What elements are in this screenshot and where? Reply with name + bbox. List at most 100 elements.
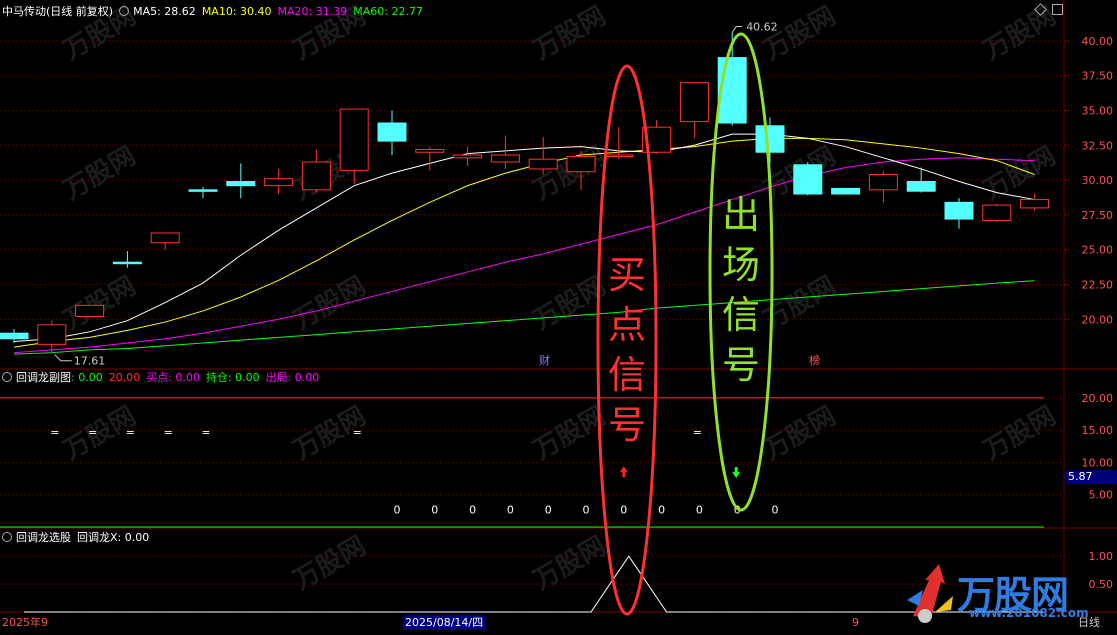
- selection-value: 回调龙X: 0.00: [77, 531, 150, 544]
- candle: [528, 136, 558, 175]
- y-tick-label: 20.00: [1082, 313, 1114, 326]
- candle: [490, 135, 520, 169]
- candle-body: [490, 154, 520, 163]
- y-tick-label: 20.00: [1082, 392, 1114, 405]
- eq-mark: =: [88, 426, 97, 439]
- rank-event-badge[interactable]: 榜: [806, 354, 823, 368]
- eq-mark: =: [126, 426, 135, 439]
- candle: [112, 251, 142, 268]
- candle-body: [868, 174, 898, 191]
- indicator-item-0: : 0.00: [71, 371, 103, 384]
- candle: [793, 161, 823, 196]
- candle-body: [793, 164, 823, 195]
- maximize-icon[interactable]: [1052, 4, 1063, 15]
- buy-signal-char: 点: [608, 303, 646, 347]
- watermark: 万股网: [759, 1, 842, 66]
- y-tick-label: 40.00: [1082, 35, 1114, 48]
- candle: [831, 187, 861, 195]
- zero-mark: 0: [431, 504, 438, 517]
- watermark: 万股网: [979, 1, 1062, 66]
- zero-mark: 0: [772, 504, 779, 517]
- cursor-date: 2025/08/14/四: [403, 615, 485, 630]
- ma-label-1: MA10: 30.40: [201, 5, 272, 18]
- ma-label-3: MA60: 22.77: [353, 5, 423, 18]
- ma60-line: [13, 280, 1035, 355]
- stock-name: 中马传动(日线 前复权): [2, 5, 114, 18]
- candle-body: [906, 180, 936, 192]
- chart-canvas[interactable]: 40.00 37.50 35.00 32.50 30.00 27.50 25.00 22.50…: [0, 0, 1117, 632]
- y-tick-label: 15.00: [1082, 424, 1114, 437]
- date-axis-bar: 2025年9 2025/08/14/四 9 日线: [0, 613, 1117, 632]
- ma-legend: MA5: 28.62 MA10: 30.40 MA20: 31.39 MA60: 22…: [133, 5, 429, 18]
- indicator-legend: : 0.00 20.00 买点: 0.00 持仓: 0.00 出局: 0.00: [71, 371, 325, 384]
- sell-signal-char: 信: [722, 293, 760, 337]
- zero-mark: 0: [620, 504, 627, 517]
- candle: [453, 146, 483, 167]
- y-tick-label: 37.50: [1082, 70, 1114, 83]
- candle-body: [339, 108, 369, 171]
- candle-body: [112, 261, 142, 265]
- candle-body: [1020, 199, 1050, 209]
- candle: [75, 304, 105, 317]
- zero-mark: 0: [469, 504, 476, 517]
- indicator-item-3: 持仓: 0.00: [205, 371, 260, 384]
- candle: [679, 82, 709, 139]
- buy-signal-char: 信: [608, 353, 646, 397]
- stock-chart[interactable]: 40.00 37.50 35.00 32.50 30.00 27.50 25.00 22.50…: [0, 0, 1117, 632]
- candle: [1020, 194, 1050, 211]
- candle: [755, 117, 785, 164]
- candle-body: [301, 161, 331, 191]
- watermark: 万股网: [979, 141, 1062, 206]
- selection-name: 回调龙选股: [16, 531, 71, 544]
- candle-body: [944, 201, 974, 220]
- buy-signal-char: 号: [608, 403, 646, 447]
- settings-icon[interactable]: [2, 372, 12, 382]
- candle: [377, 110, 407, 156]
- watermark: 万股网: [529, 1, 612, 66]
- candle-body: [831, 187, 861, 195]
- sell-arrow-icon: [732, 467, 741, 479]
- candle: [415, 146, 445, 171]
- buy-arrow-icon: [619, 466, 628, 478]
- zero-mark: 0: [545, 504, 552, 517]
- y-tick-label: 30.00: [1082, 174, 1114, 187]
- candle-body: [982, 204, 1012, 221]
- buy-signal-char: 买: [608, 253, 646, 297]
- current-value-tag: 5.87: [1066, 470, 1117, 484]
- candle-body: [679, 82, 709, 123]
- sub-panel-2-header: 回调龙选股 回调龙X: 0.00: [2, 529, 155, 547]
- candle-body: [566, 155, 596, 173]
- y-tick-label: 32.50: [1082, 139, 1114, 152]
- zero-mark: 0: [696, 504, 703, 517]
- candle: [150, 232, 180, 250]
- high-marker-label: 40.62: [746, 21, 778, 34]
- sell-signal-char: 号: [722, 343, 760, 387]
- settings-icon[interactable]: [2, 532, 12, 542]
- eq-mark: =: [50, 426, 59, 439]
- candle-body: [264, 178, 294, 187]
- main-panel-header: 中马传动(日线 前复权) MA5: 28.62 MA10: 30.40 MA20: 3…: [2, 3, 435, 21]
- y-tick-label: 5.00: [1089, 489, 1114, 502]
- finance-event-badge[interactable]: 财: [536, 354, 553, 368]
- candle: [37, 320, 67, 353]
- sell-signal-char: 场: [722, 243, 760, 287]
- indicator-name: 回调龙副图: [16, 371, 71, 384]
- candle: [868, 171, 898, 203]
- watermark: 万股网: [529, 141, 612, 206]
- settings-icon[interactable]: [119, 6, 130, 16]
- ma-label-2: MA20: 31.39: [277, 5, 348, 18]
- zero-mark: 0: [507, 504, 514, 517]
- month-marker: 9: [852, 616, 859, 629]
- left-date: 2025年9: [2, 616, 48, 629]
- candle: [906, 167, 936, 193]
- candle: [264, 168, 294, 194]
- y-tick-label: 25.00: [1082, 244, 1114, 257]
- eq-mark: =: [201, 426, 210, 439]
- candle-body: [453, 154, 483, 159]
- candle: [944, 198, 974, 229]
- period-label[interactable]: 日线: [1078, 615, 1100, 630]
- candle-body: [755, 125, 785, 153]
- indicator-item-4: 出局: 0.00: [265, 371, 320, 384]
- high-marker-arrow: [731, 26, 743, 33]
- candle-body: [188, 189, 218, 192]
